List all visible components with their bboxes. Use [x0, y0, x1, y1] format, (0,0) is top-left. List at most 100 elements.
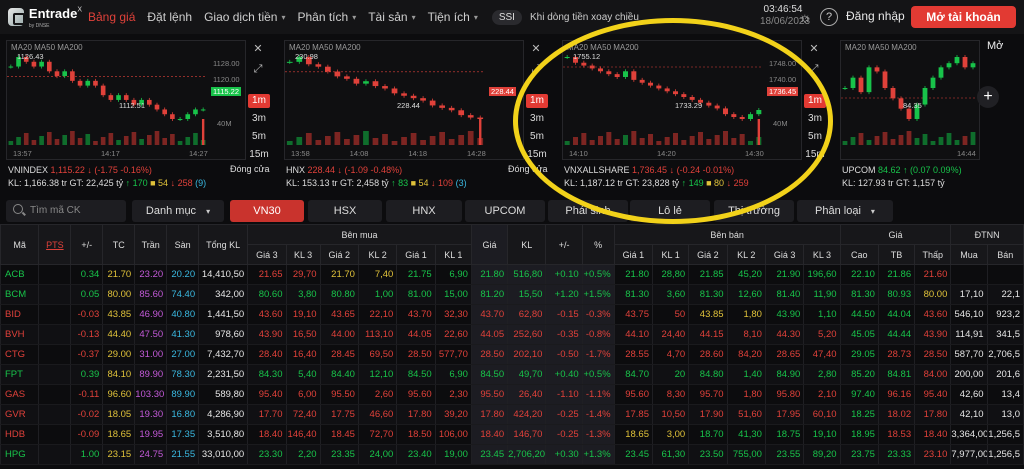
signup-button[interactable]: Mở tài khoản: [911, 6, 1016, 28]
table-row[interactable]: CTG -0.37 29.00 31.00 27.00 7,432,70 28.40 16,4…: [0, 344, 1024, 365]
table-row[interactable]: BVH -0.13 44.40 47.50 41.30 978,60 43.90 16,50 4…: [0, 324, 1024, 345]
table-cell: 50: [651, 304, 690, 325]
symbol-cell[interactable]: ACB: [0, 264, 40, 285]
tab-7[interactable]: Thị trường: [714, 200, 794, 222]
tab-5[interactable]: Phái sinh: [548, 200, 628, 222]
timeframe-1m[interactable]: 1m: [248, 94, 270, 108]
timeframe-1m[interactable]: 1m: [804, 94, 826, 108]
table-cell: 62,80: [507, 304, 547, 325]
timeframe-15m[interactable]: 15m: [248, 148, 270, 162]
index-change: (-1.09 -0.48%): [342, 165, 403, 175]
symbol-cell[interactable]: FPT: [0, 364, 40, 385]
close-icon[interactable]: ✕: [250, 42, 266, 56]
table-cell: 18.40: [914, 424, 952, 445]
table-cell: 23.30: [247, 444, 287, 465]
timeframe-3m[interactable]: 3m: [804, 112, 826, 126]
ssi-badge[interactable]: SSI: [491, 9, 522, 25]
table-cell: 3,00: [651, 424, 690, 445]
expand-icon[interactable]: ⤢: [250, 62, 266, 76]
close-icon[interactable]: ✕: [528, 42, 544, 56]
volume-bar: [372, 138, 379, 145]
tab-3[interactable]: HNX: [386, 200, 462, 222]
table-cell: 32,30: [434, 304, 472, 325]
search-input[interactable]: Tìm mã CK: [6, 200, 126, 222]
chart-area[interactable]: MA20 MA50 MA200 230.98 228.44 228.44 13:58 14…: [284, 40, 524, 160]
nav-item-5[interactable]: Tiện ích ▾: [422, 0, 484, 34]
table-cell: 51,60: [726, 404, 766, 425]
table-cell: 44.15: [688, 324, 728, 345]
table-cell: -1.4%: [581, 404, 615, 425]
x-tick-label: 14:27: [189, 149, 208, 158]
table-cell: 12,10: [357, 364, 398, 385]
timeframe-5m[interactable]: 5m: [804, 130, 826, 144]
timeframe-3m[interactable]: 3m: [248, 112, 270, 126]
candle-body: [353, 78, 360, 84]
table-cell: [38, 264, 72, 285]
tab-8[interactable]: Phân loại ▾: [797, 200, 893, 222]
column-header: Giá: [470, 224, 509, 265]
plus-icon[interactable]: +: [977, 86, 999, 108]
unchanged: ■ 54: [150, 178, 171, 188]
timeframe-15m[interactable]: 15m: [526, 148, 548, 162]
group-header: Bên bán: [613, 224, 841, 245]
table-row[interactable]: BID -0.03 43.85 46.90 40.80 1,441,50 43.60 19,1…: [0, 304, 1024, 325]
table-row[interactable]: ACB 0.34 21.70 23.20 20.20 14,410,50 21.65 29,7…: [0, 264, 1024, 285]
candle-body: [962, 57, 968, 68]
tab-4[interactable]: UPCOM: [465, 200, 545, 222]
symbol-cell[interactable]: GVR: [0, 404, 40, 425]
more-button[interactable]: Mở: [987, 40, 1003, 52]
chart-area[interactable]: MA20 MA50 MA200 1126.43 1112.51 1128.00 1120…: [6, 40, 246, 160]
symbol-cell[interactable]: BCM: [0, 284, 40, 305]
symbol-cell[interactable]: CTG: [0, 344, 40, 365]
volume-bar: [177, 141, 183, 145]
sun-icon[interactable]: ☼: [796, 8, 814, 26]
nav-item-4[interactable]: Tài sản ▾: [362, 0, 421, 34]
column-header: Giá 3: [764, 244, 805, 265]
timeframe-3m[interactable]: 3m: [526, 112, 548, 126]
tab-1[interactable]: VN30: [230, 200, 304, 222]
volume-bar: [467, 131, 474, 145]
expand-icon[interactable]: ⤢: [528, 62, 544, 76]
timeframe-5m[interactable]: 5m: [526, 130, 548, 144]
news-ticker[interactable]: Khi dòng tiền xoay chiều: [530, 12, 639, 23]
symbol-cell[interactable]: BVH: [0, 324, 40, 345]
nav-item-3[interactable]: Phân tích ▾: [291, 0, 362, 34]
help-icon[interactable]: ?: [820, 8, 838, 26]
volume-bar: [54, 139, 60, 145]
x-tick-label: 14:20: [657, 149, 676, 158]
table-row[interactable]: GVR -0.02 18.05 19.30 16.80 4,286,90 17.70 72,4…: [0, 404, 1024, 425]
symbol-cell[interactable]: HDB: [0, 424, 40, 445]
symbol-cell[interactable]: HPG: [0, 444, 40, 465]
table-row[interactable]: BCM 0.05 80.00 85.60 74.40 342,00 80.60 3,80 80.…: [0, 284, 1024, 305]
x-tick-label: 14:17: [101, 149, 120, 158]
symbol-cell[interactable]: GAS: [0, 384, 40, 405]
volume-bar: [154, 131, 160, 145]
nav-item-2[interactable]: Giao dịch tiền ▾: [198, 0, 291, 34]
brand-logo[interactable]: EntradeX by DNSE: [0, 0, 82, 34]
table-row[interactable]: FPT 0.39 84.10 89.90 78.30 2,231,50 84.30 5,40 8…: [0, 364, 1024, 385]
candle-body: [315, 64, 322, 67]
chart-area[interactable]: MA20 MA50 MA200 84.35 14:44: [840, 40, 980, 160]
symbol-cell[interactable]: BID: [0, 304, 40, 325]
tab-0[interactable]: Danh mục ▾: [132, 200, 224, 222]
table-cell: 46,60: [357, 404, 398, 425]
chart-area[interactable]: MA20 MA50 MA200 1755.12 1733.29 1748.00 1740…: [562, 40, 802, 160]
timeframe-15m[interactable]: 15m: [804, 148, 826, 162]
table-cell: -0.37: [70, 344, 104, 365]
table-row[interactable]: GAS -0.11 96.60 103.30 89.90 589,80 95.40 6,00 9…: [0, 384, 1024, 405]
tab-2[interactable]: HSX: [308, 200, 382, 222]
table-cell: 97.40: [839, 384, 879, 405]
candle-body: [93, 80, 98, 86]
expand-icon[interactable]: ⤢: [806, 62, 822, 76]
close-icon[interactable]: ✕: [806, 42, 822, 56]
timeframe-1m[interactable]: 1m: [526, 94, 548, 108]
tab-6[interactable]: Lô lẻ: [630, 200, 710, 222]
column-header[interactable]: PTS: [38, 224, 72, 265]
table-row[interactable]: HDB -0.09 18.65 19.95 17.35 3,510,80 18.40 146,…: [0, 424, 1024, 445]
candle-body: [286, 61, 293, 63]
nav-item-0[interactable]: Bảng giá: [82, 0, 141, 34]
timeframe-5m[interactable]: 5m: [248, 130, 270, 144]
table-row[interactable]: HPG 1.00 23.15 24.75 21.55 33,010,00 23.30 2,20…: [0, 444, 1024, 465]
nav-item-1[interactable]: Đặt lệnh: [141, 0, 198, 34]
login-button[interactable]: Đăng nhập: [846, 9, 905, 23]
